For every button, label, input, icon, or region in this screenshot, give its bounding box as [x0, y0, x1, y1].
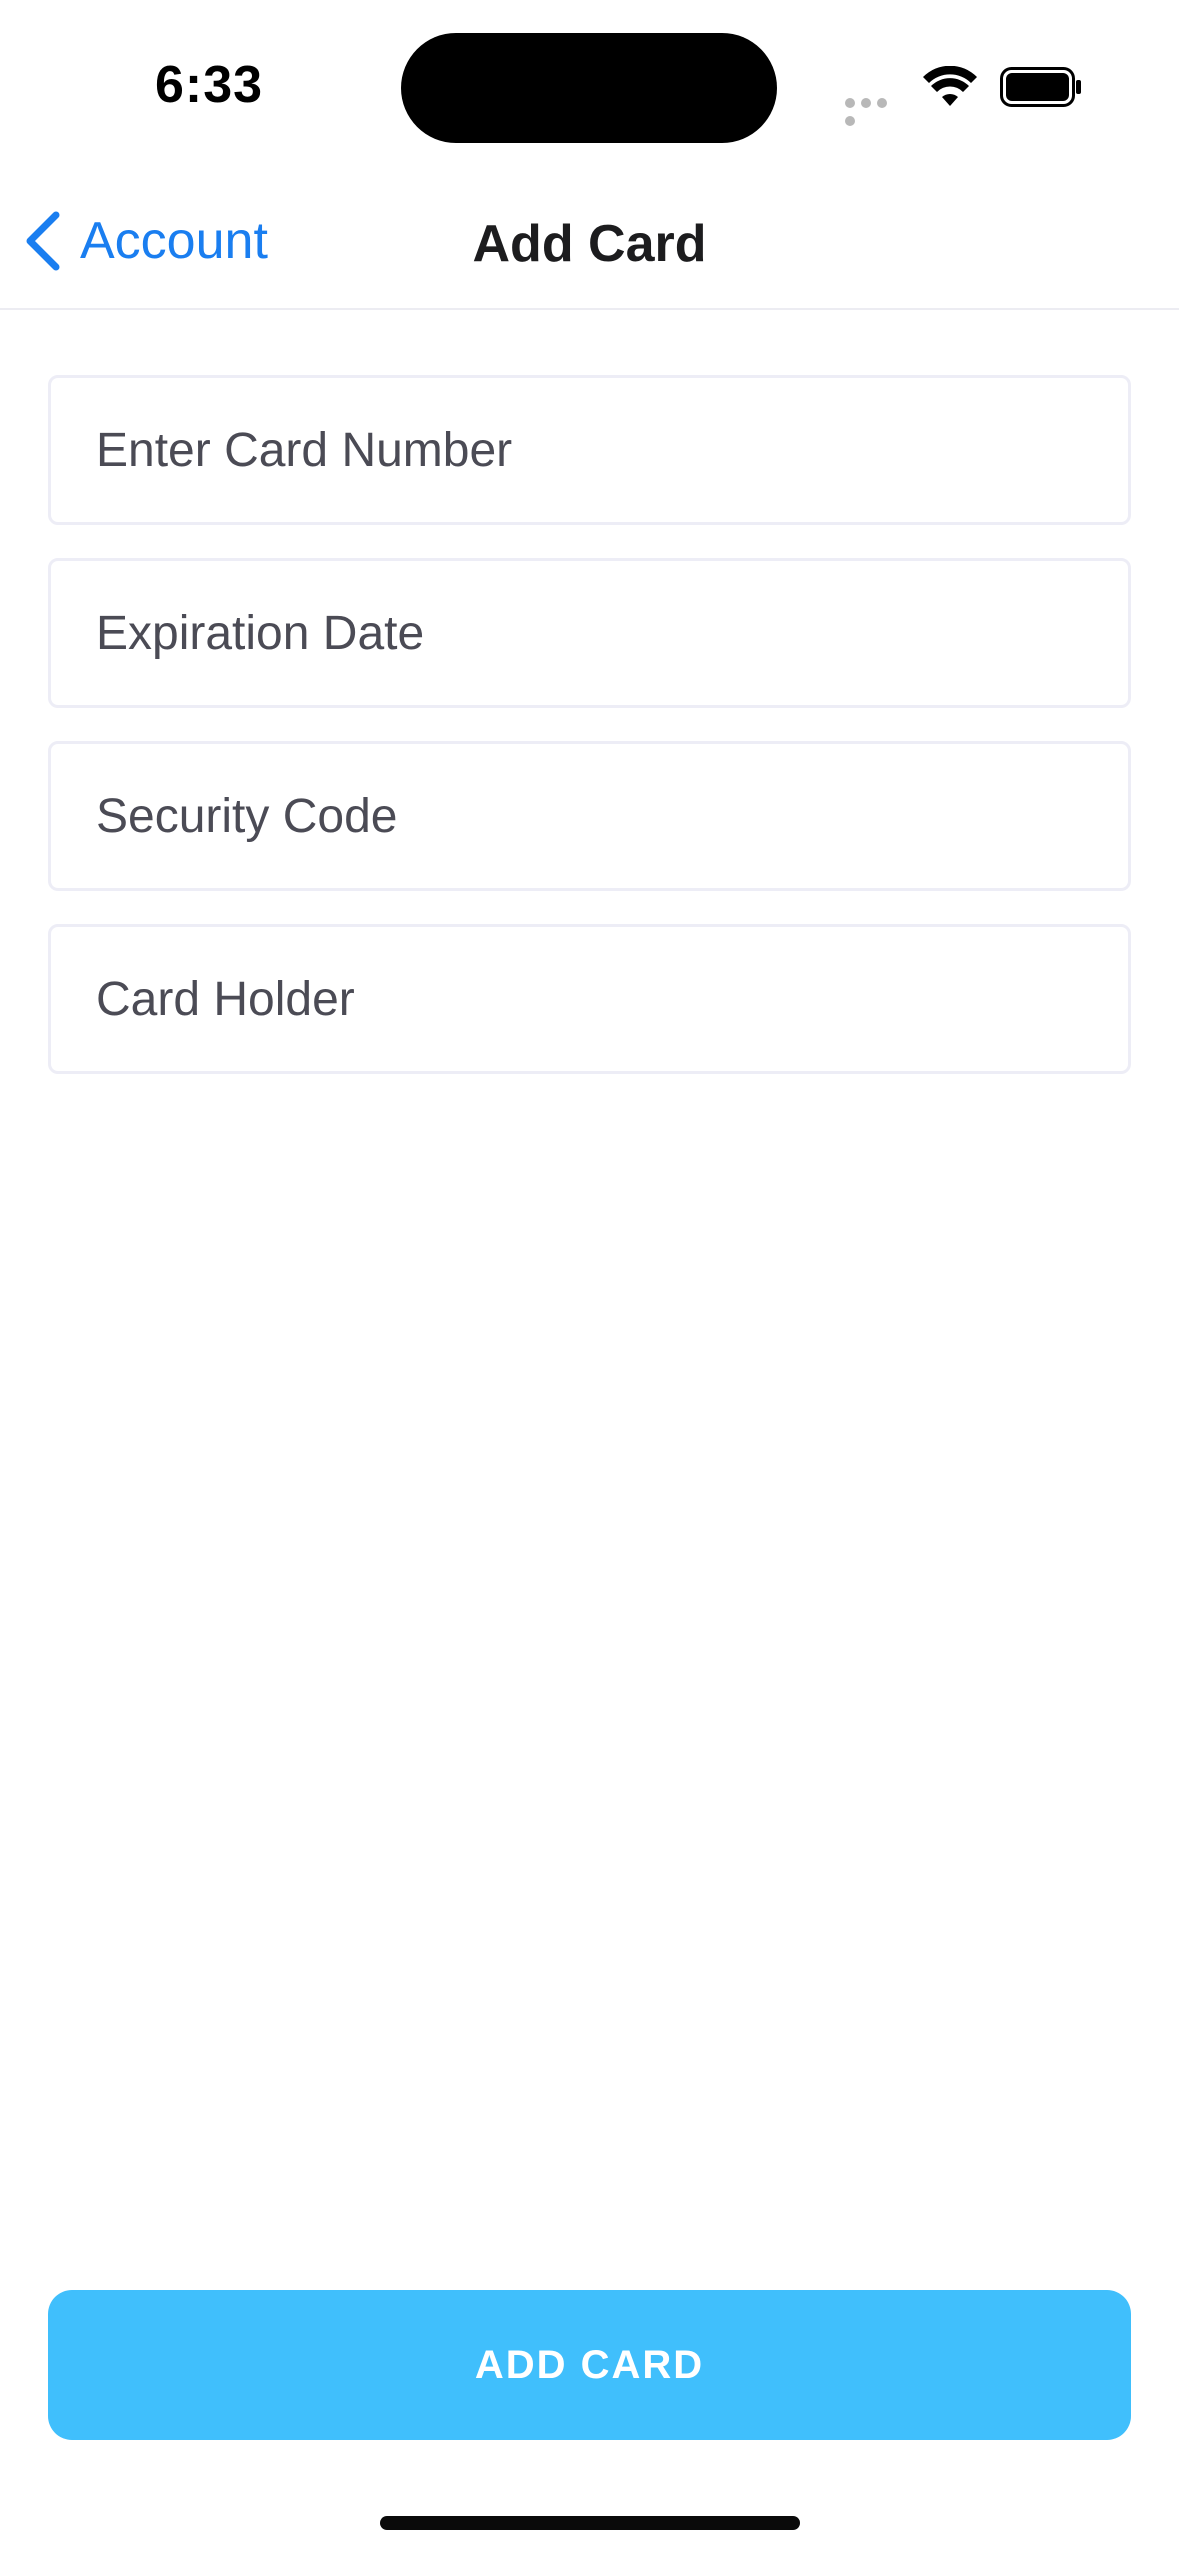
security-code-input[interactable] — [96, 788, 1083, 844]
card-number-input[interactable] — [96, 422, 1083, 478]
cellular-signal-icon — [845, 95, 905, 126]
wifi-icon — [923, 66, 977, 106]
page-title: Add Card — [472, 215, 707, 273]
dynamic-island — [401, 33, 777, 143]
add-card-form — [48, 375, 1131, 1107]
expiration-date-field-container — [48, 558, 1131, 708]
card-number-field-container — [48, 375, 1131, 525]
home-indicator[interactable] — [380, 2516, 800, 2530]
navigation-bar: Account Add Card — [0, 170, 1179, 310]
battery-icon — [1000, 67, 1081, 107]
card-holder-input[interactable] — [96, 971, 1083, 1027]
status-time: 6:33 — [155, 56, 264, 114]
card-holder-field-container — [48, 924, 1131, 1074]
expiration-date-input[interactable] — [96, 605, 1083, 661]
add-card-button[interactable]: ADD CARD — [48, 2290, 1131, 2440]
security-code-field-container — [48, 741, 1131, 891]
status-bar: 6:33 — [0, 0, 1179, 170]
